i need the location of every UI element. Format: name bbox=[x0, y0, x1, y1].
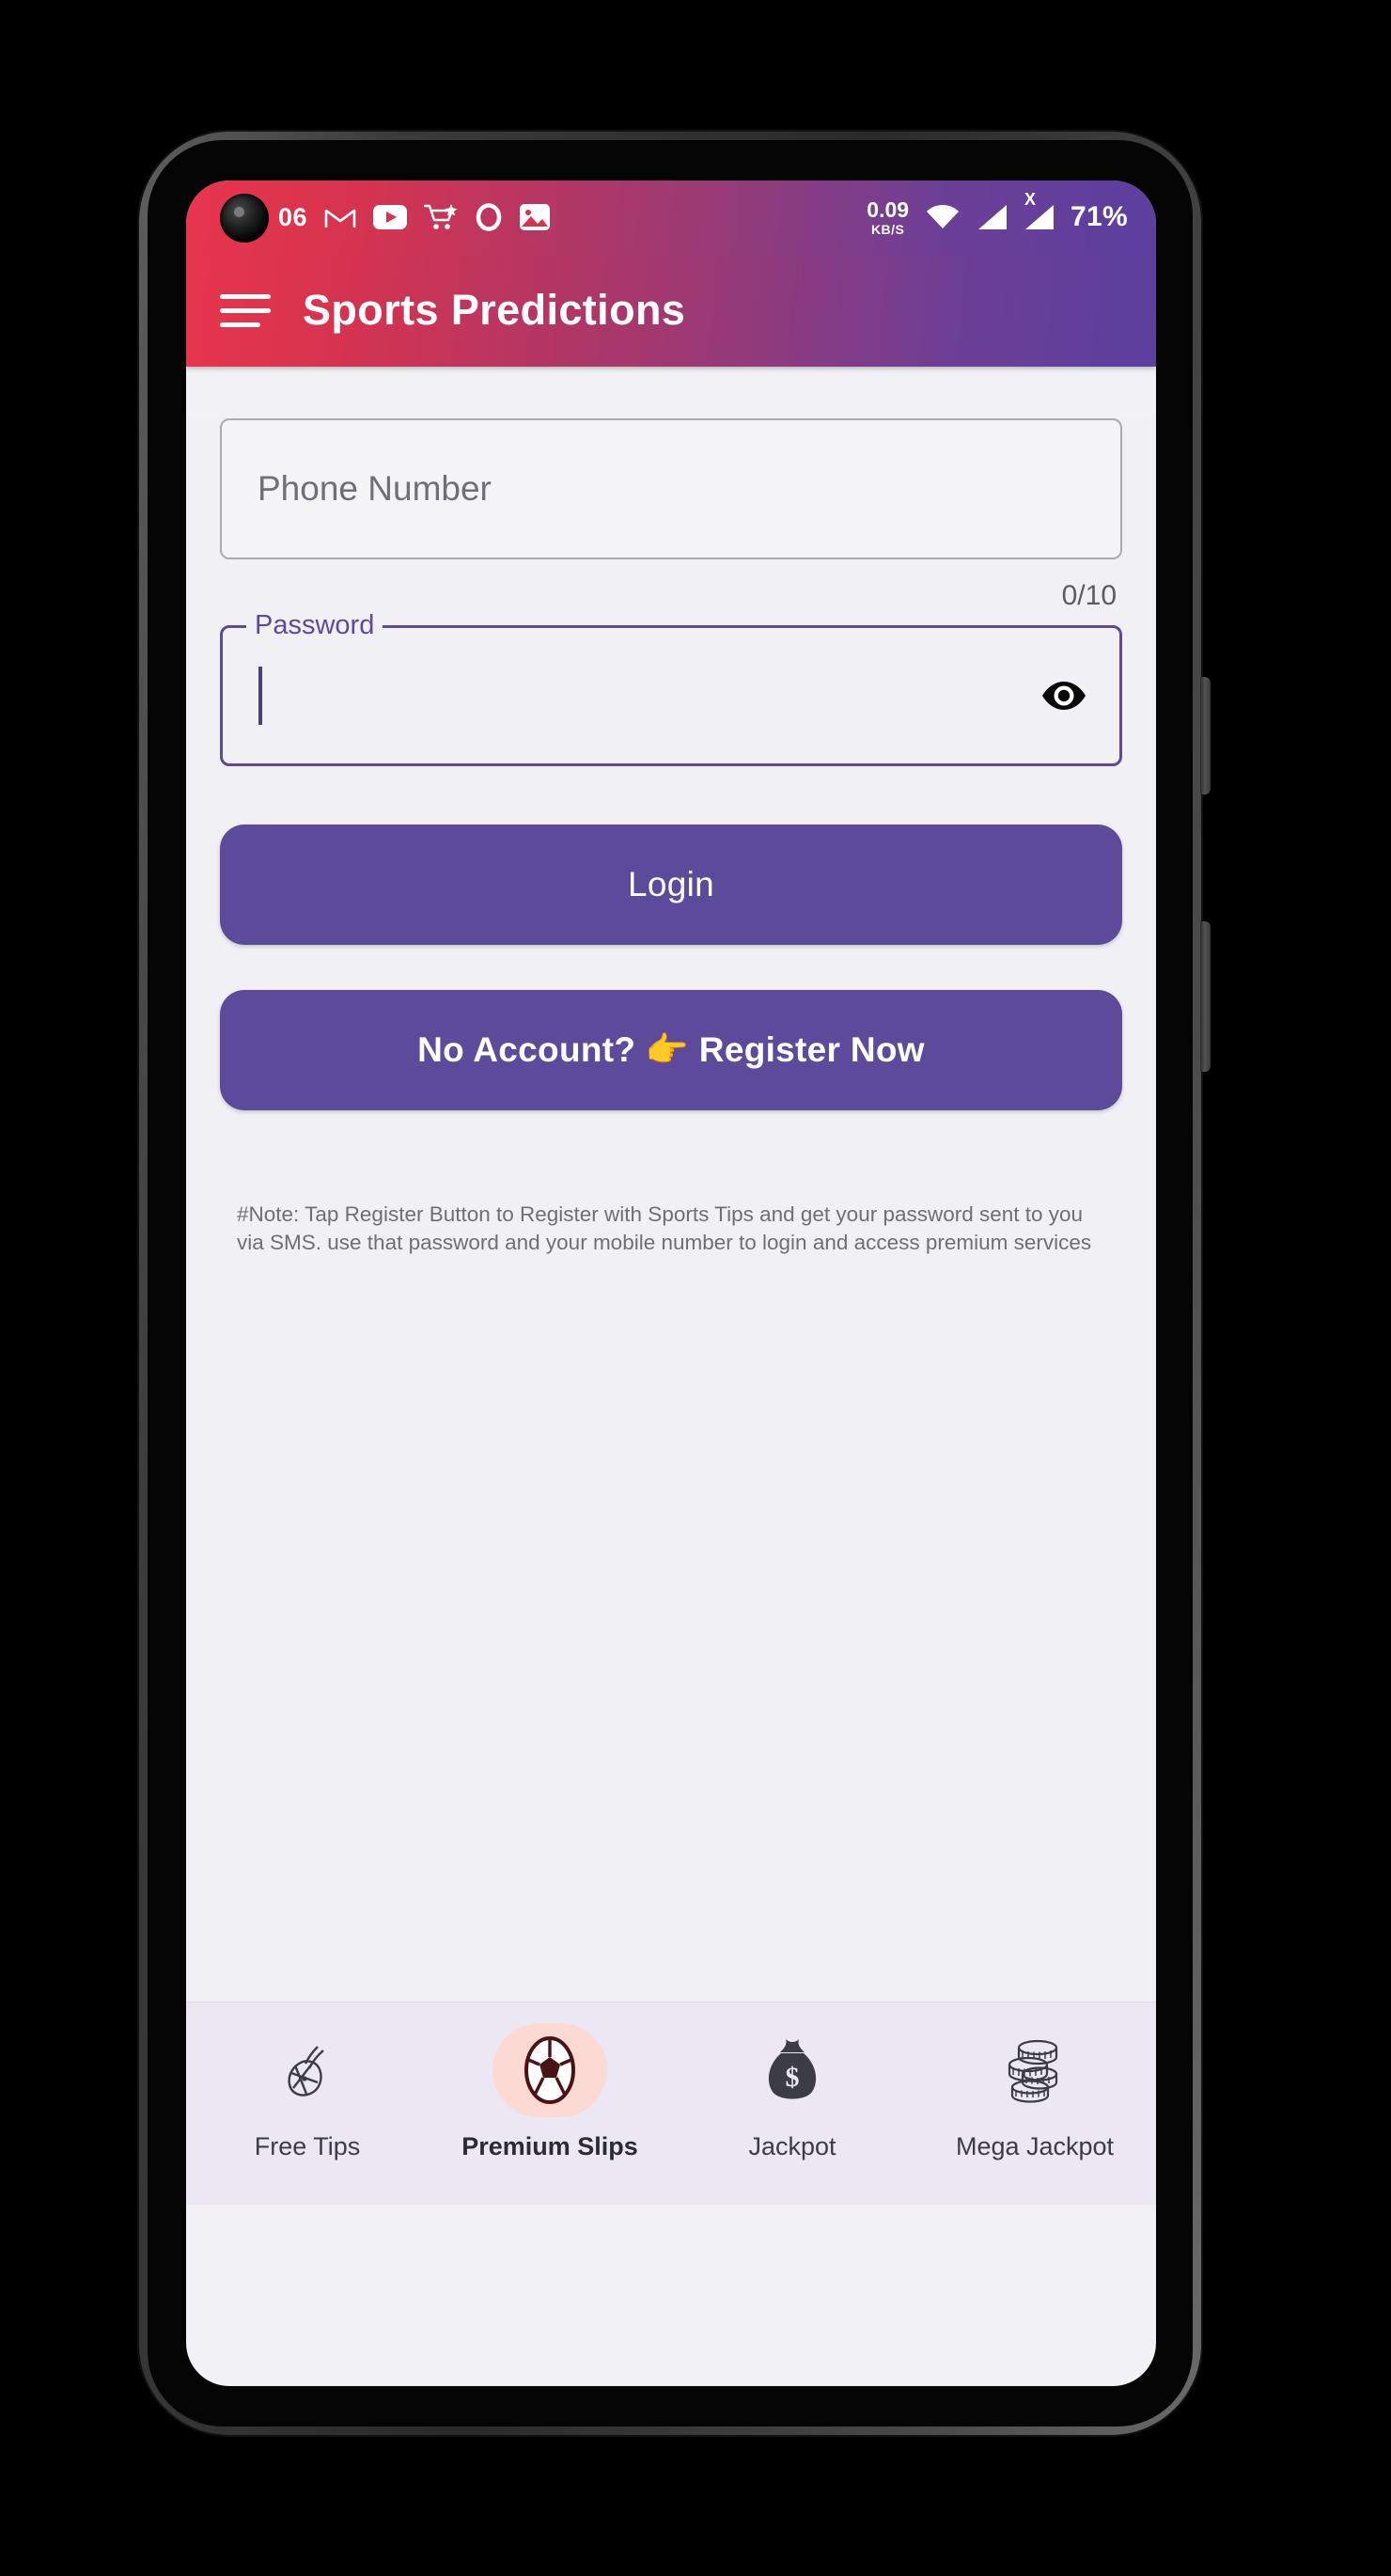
status-bar-clock: 06 bbox=[278, 202, 308, 231]
camera-punchhole-icon bbox=[220, 194, 269, 243]
nav-label-free-tips: Free Tips bbox=[254, 2132, 361, 2160]
signal-x-icon: X bbox=[1024, 191, 1055, 231]
nav-label-jackpot: Jackpot bbox=[748, 2132, 836, 2160]
text-cursor bbox=[258, 667, 262, 725]
note-text: #Note: Tap Register Button to Register w… bbox=[237, 1202, 1092, 1255]
shopping-cart-icon bbox=[424, 203, 458, 231]
nav-item-jackpot[interactable]: $ Jackpot bbox=[671, 2023, 914, 2161]
nav-label-premium-slips: Premium Slips bbox=[461, 2132, 638, 2160]
status-bar-left: 06 bbox=[220, 203, 867, 232]
wifi-icon bbox=[924, 202, 961, 232]
gmail-icon bbox=[324, 205, 356, 229]
svg-text:$: $ bbox=[786, 2062, 800, 2093]
volume-button[interactable] bbox=[1200, 921, 1211, 1072]
signal-x-label: X bbox=[1024, 190, 1037, 209]
password-field-label: Password bbox=[246, 610, 383, 640]
network-speed-value: 0.09 bbox=[867, 196, 910, 222]
youtube-icon bbox=[373, 205, 408, 229]
network-speed-unit: KB/S bbox=[870, 221, 905, 237]
network-speed-indicator: 0.09 KB/S bbox=[867, 196, 910, 237]
soccer-cleat-icon bbox=[250, 2023, 365, 2117]
coin-stack-icon bbox=[977, 2023, 1092, 2117]
password-char-counter: 0/10 bbox=[1061, 580, 1117, 611]
page-title: Sports Predictions bbox=[303, 286, 686, 334]
battery-percentage: 71% bbox=[1071, 201, 1128, 232]
login-button[interactable]: Login bbox=[220, 825, 1122, 945]
nav-label-mega-jackpot: Mega Jackpot bbox=[955, 2132, 1115, 2160]
gallery-icon bbox=[520, 204, 551, 230]
opera-icon bbox=[475, 203, 503, 231]
app-bar: Sports Predictions bbox=[186, 254, 1156, 367]
bottom-navigation: Free Tips Premium Slips $ Jackpot Mega J… bbox=[186, 2002, 1156, 2205]
status-bar-right: 0.09 KB/S X 71% bbox=[867, 191, 1128, 237]
eye-icon[interactable] bbox=[1038, 669, 1090, 722]
soccer-ball-icon bbox=[492, 2023, 607, 2117]
phone-number-input[interactable]: Phone Number bbox=[220, 418, 1122, 559]
power-button[interactable] bbox=[1200, 677, 1211, 794]
main-content: Phone Number 0/10 Password Login No Acco… bbox=[186, 418, 1156, 2205]
register-button[interactable]: No Account? 👉 Register Now bbox=[220, 990, 1122, 1110]
nav-item-free-tips[interactable]: Free Tips bbox=[186, 2023, 429, 2161]
password-field-wrapper: Password bbox=[220, 610, 1122, 766]
hamburger-menu-icon[interactable] bbox=[220, 293, 271, 327]
phone-screen: 06 0.09 KB/S X 71% Sports Predictions Ph… bbox=[186, 181, 1156, 2386]
signal-bars-icon bbox=[977, 203, 1008, 231]
status-bar: 06 0.09 KB/S X 71% bbox=[186, 181, 1156, 254]
money-bag-icon: $ bbox=[735, 2023, 850, 2117]
nav-item-mega-jackpot[interactable]: Mega Jackpot bbox=[914, 2023, 1156, 2161]
phone-number-placeholder: Phone Number bbox=[258, 469, 492, 508]
password-input[interactable] bbox=[220, 625, 1122, 766]
nav-item-premium-slips[interactable]: Premium Slips bbox=[429, 2023, 671, 2161]
